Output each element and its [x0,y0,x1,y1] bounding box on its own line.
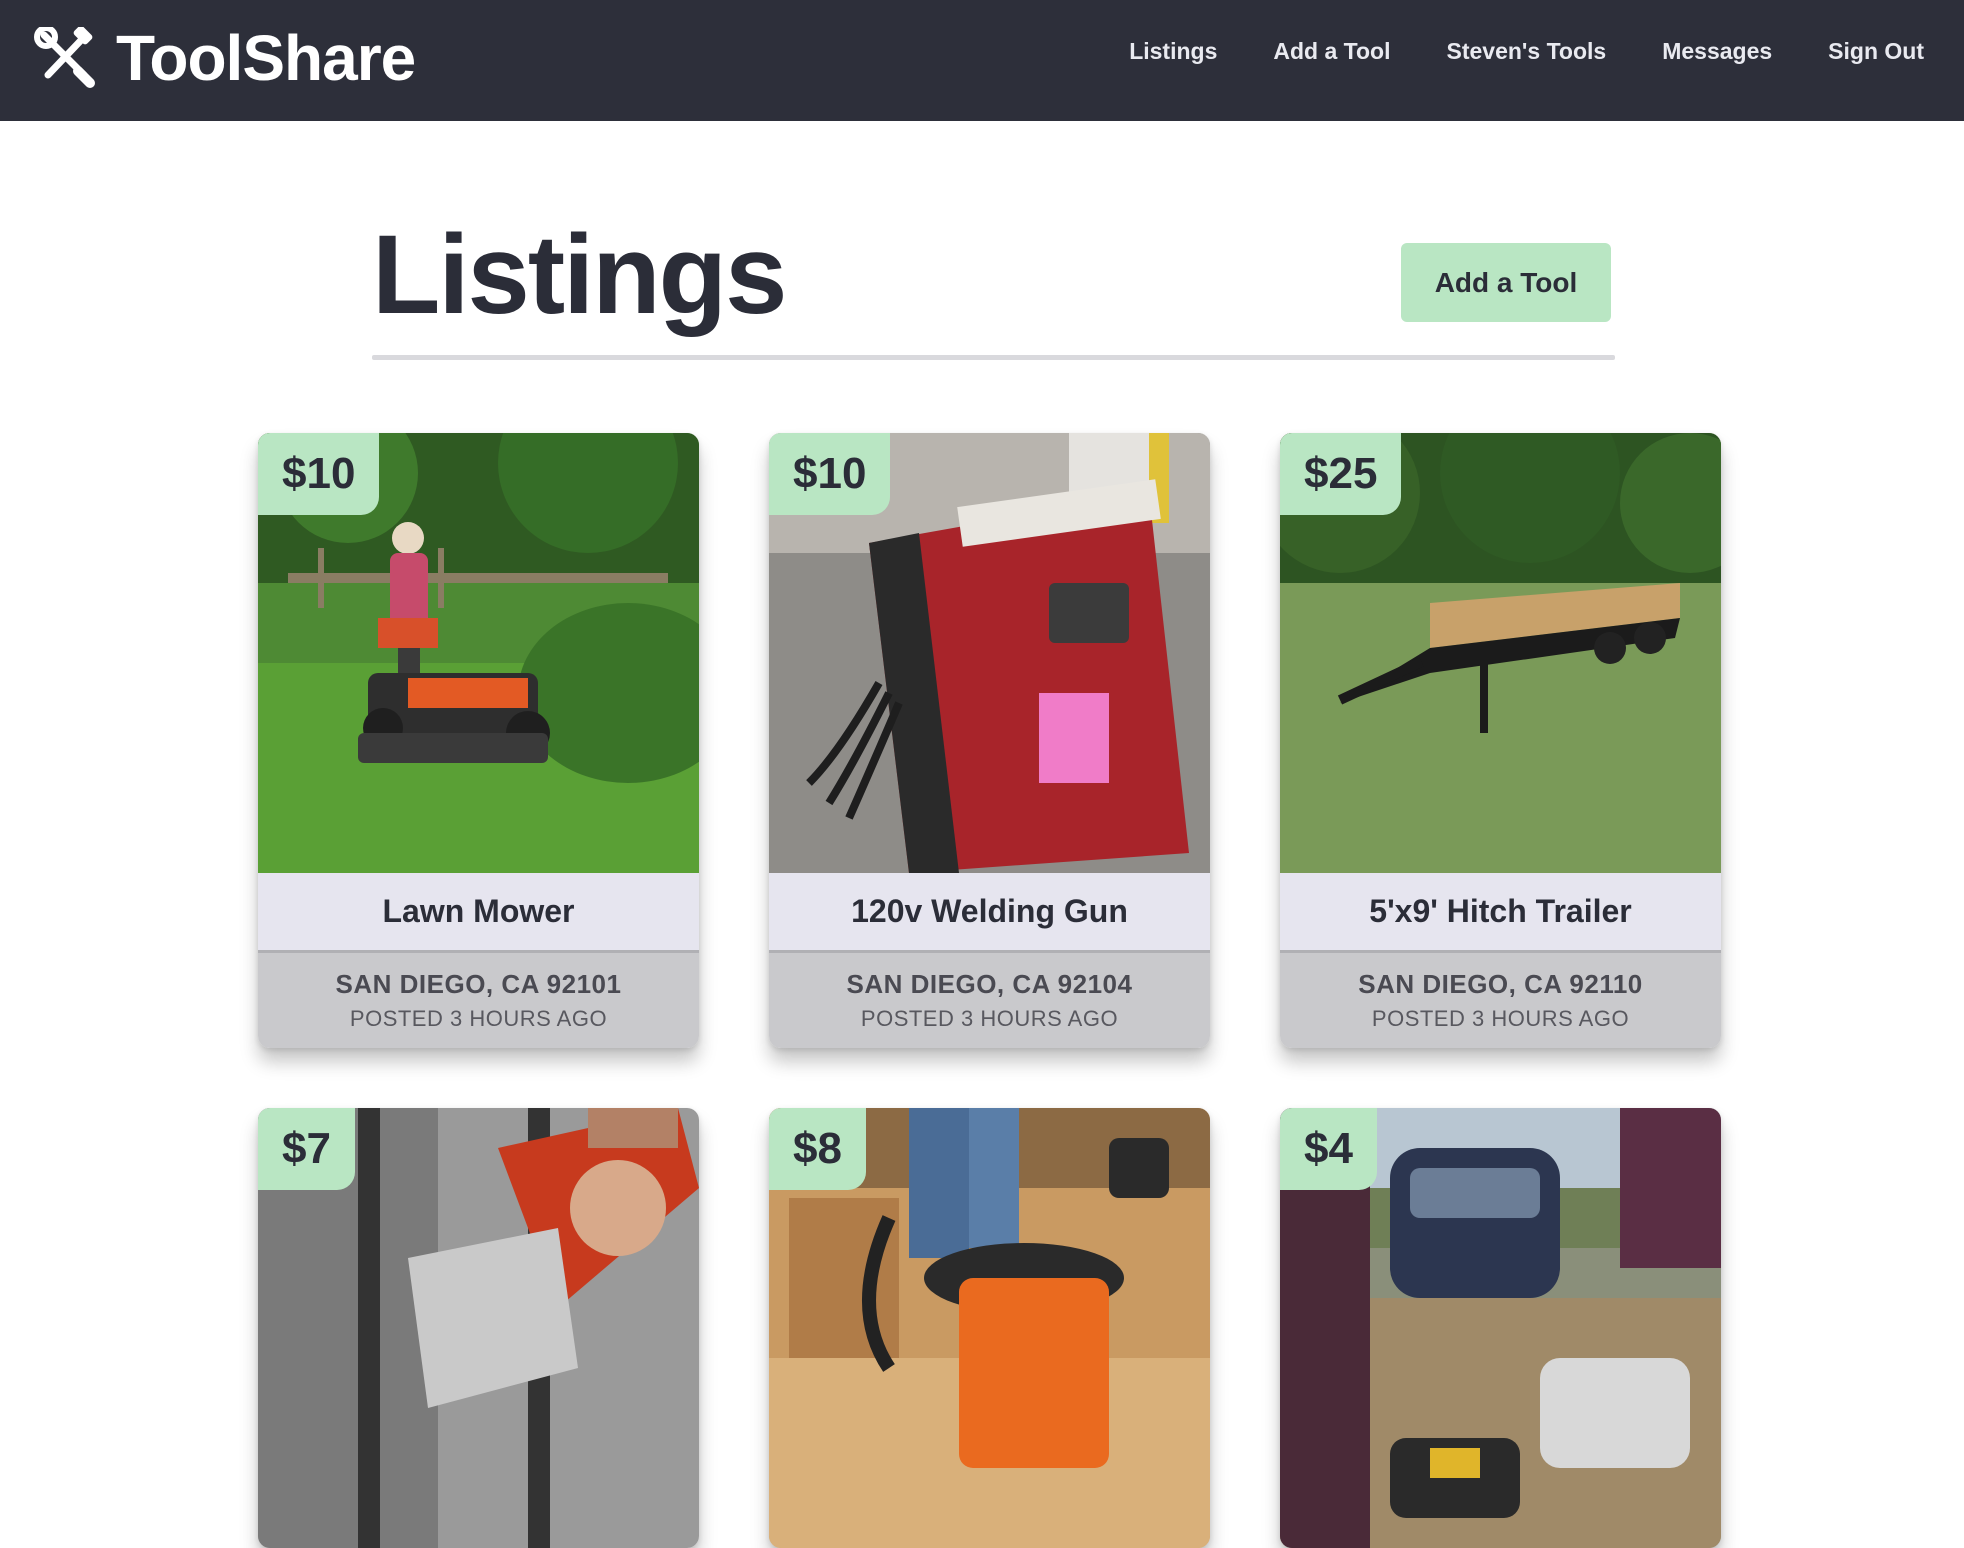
listing-meta: San Diego, CA 92101 Posted 3 hours ago [258,950,699,1048]
price-badge: $7 [258,1108,355,1190]
listing-image-lawn-mower: $10 [258,433,699,873]
listing-posted-time: Posted 3 hours ago [860,1006,1119,1031]
price-badge: $8 [769,1108,866,1190]
listing-image-shop-vac: $8 [769,1108,1210,1548]
listing-image-trailer: $25 [1280,433,1721,873]
listing-card[interactable]: $4 [1280,1108,1721,1548]
price-badge: $4 [1280,1108,1377,1190]
listing-image-winch: $4 [1280,1108,1721,1548]
listing-card[interactable]: $10 Lawn Mower San Diego, CA 92101 Poste… [258,433,699,1048]
listing-card[interactable]: $7 [258,1108,699,1548]
listing-meta: San Diego, CA 92110 Posted 3 hours ago [1280,950,1721,1048]
price-badge: $10 [258,433,380,515]
listing-title: 5'x9' Hitch Trailer [1280,873,1721,950]
listing-image-angle-grinder: $7 [258,1108,699,1548]
price-badge: $25 [1280,433,1402,515]
listing-posted-time: Posted 3 hours ago [1371,1006,1630,1031]
listing-title: Lawn Mower [258,873,699,950]
listing-card[interactable]: $8 [769,1108,1210,1548]
listing-title: 120v Welding Gun [769,873,1210,950]
listing-posted-time: Posted 3 hours ago [349,1006,608,1031]
listing-image-welder: $10 [769,433,1210,873]
listing-card[interactable]: $25 5'x9' Hitch Trailer San Diego, CA 92… [1280,433,1721,1048]
listing-location: San Diego, CA 92104 [846,969,1133,999]
listings-grid: $10 Lawn Mower San Diego, CA 92101 Poste… [0,0,1964,1548]
price-badge: $10 [769,433,891,515]
listing-meta: San Diego, CA 92104 Posted 3 hours ago [769,950,1210,1048]
listing-card[interactable]: $10 120v Welding Gun San Diego, CA 92104… [769,433,1210,1048]
listing-location: San Diego, CA 92110 [1358,969,1643,999]
listing-location: San Diego, CA 92101 [335,969,622,999]
